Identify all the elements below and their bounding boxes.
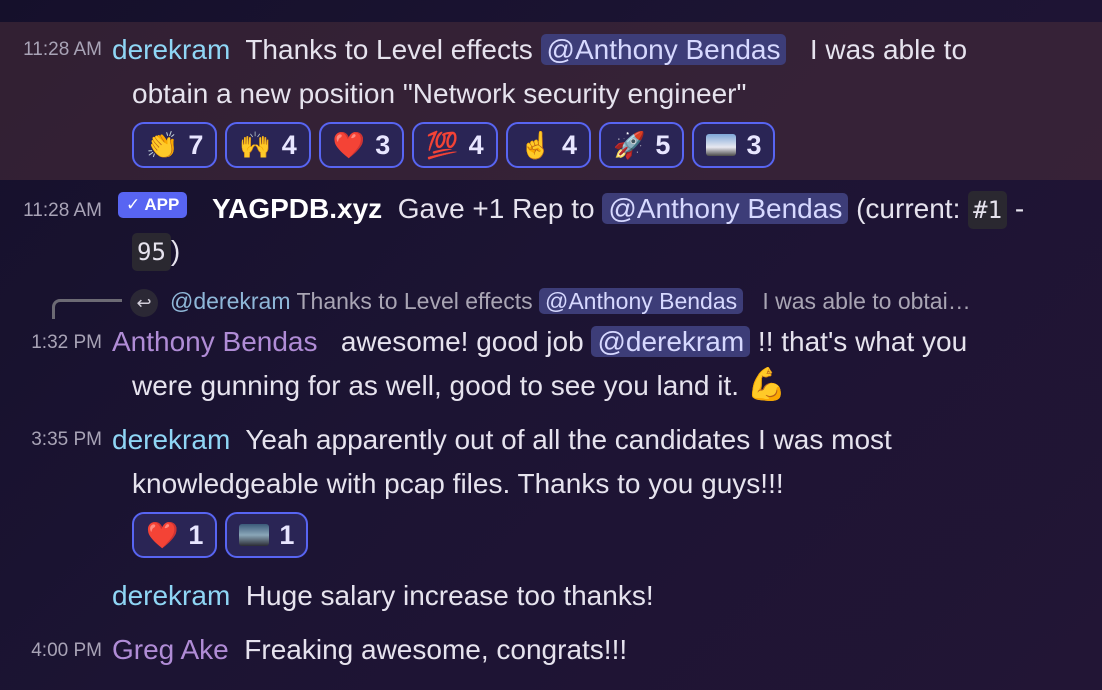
reaction-count: 1	[188, 519, 204, 550]
reaction-count: 3	[375, 129, 391, 160]
message-text: Yeah apparently out of all the candidate…	[245, 424, 892, 455]
message-text: Thanks to Level effects	[245, 34, 533, 65]
message-text: Huge salary increase too thanks!	[245, 580, 654, 611]
reaction-clapping-hands[interactable]: 👏 7	[132, 122, 218, 168]
username[interactable]: YAGPDB.xyz	[212, 193, 382, 224]
reply-text: Thanks to Level effects	[296, 288, 533, 314]
reactions: ❤️ 1 1	[132, 512, 309, 558]
message-1[interactable]: 11:28 AM derekram Thanks to Level effect…	[0, 22, 1102, 180]
reaction-index-pointing-up[interactable]: ☝️ 4	[505, 122, 592, 168]
clapping-hands-icon: 👏	[146, 130, 179, 160]
reply-text: I was able to obtai…	[762, 288, 971, 314]
mention[interactable]: @Anthony Bendas	[540, 34, 787, 65]
reaction-count: 4	[468, 129, 484, 160]
message-text: obtain a new position "Network security …	[132, 78, 747, 109]
message-text: awesome! good job	[340, 326, 584, 357]
red-heart-icon: ❤️	[146, 520, 179, 550]
reaction-raising-hands[interactable]: 🙌 4	[225, 122, 311, 168]
rocket-icon: 🚀	[613, 130, 646, 160]
reply-arrow-icon: ↩	[130, 288, 158, 317]
reaction-red-heart[interactable]: ❤️ 3	[318, 122, 405, 168]
raising-hands-icon: 🙌	[239, 130, 272, 160]
reaction-custom-image[interactable]: 1	[225, 512, 309, 558]
message-3[interactable]: 1:32 PM Anthony Bendas awesome! good job…	[0, 320, 1102, 412]
reaction-count: 3	[746, 129, 762, 160]
reactions: 👏 7 🙌 4 ❤️ 3 💯 4 ☝️ 4 🚀 5 3	[132, 122, 776, 168]
reaction-custom-image[interactable]: 3	[692, 122, 776, 168]
app-badge: ✓ APP	[118, 192, 188, 218]
reaction-rocket[interactable]: 🚀 5	[599, 122, 685, 168]
username[interactable]: derekram	[112, 580, 230, 611]
reply-preview[interactable]: ↩ @derekram Thanks to Level effects @Anth…	[130, 283, 971, 319]
mention[interactable]: @Anthony Bendas	[602, 193, 849, 224]
timestamp: 11:28 AM	[23, 200, 102, 221]
red-heart-icon: ❤️	[332, 130, 366, 160]
index-pointing-up-icon: ☝️	[519, 130, 552, 160]
reaction-count: 7	[188, 129, 204, 160]
timestamp: 1:32 PM	[31, 332, 102, 353]
reaction-red-heart[interactable]: ❤️ 1	[132, 512, 218, 558]
timestamp: 3:35 PM	[31, 429, 102, 450]
reply-connector	[52, 299, 122, 319]
flexed-biceps-icon: 💪	[746, 366, 787, 402]
message-text: Freaking awesome, congrats!!!	[244, 634, 628, 665]
message-text: )	[170, 235, 181, 266]
message-text: were gunning for as well, good to see yo…	[132, 370, 740, 401]
reaction-count: 4	[562, 129, 578, 160]
message-5[interactable]: derekram Huge salary increase too thanks…	[0, 576, 1102, 616]
timestamp: 4:00 PM	[31, 640, 102, 661]
inline-code: 95	[132, 233, 171, 271]
reply-username[interactable]: @derekram	[170, 288, 291, 314]
username[interactable]: derekram	[112, 34, 230, 65]
message-text: (current:	[856, 193, 961, 224]
reaction-count: 5	[655, 129, 671, 160]
username[interactable]: Anthony Bendas	[112, 326, 318, 357]
reaction-count: 1	[279, 519, 295, 550]
custom-image-icon	[706, 134, 737, 156]
message-2[interactable]: 11:28 AM ✓ APP YAGPDB.xyz Gave +1 Rep to…	[0, 185, 1102, 275]
reaction-hundred-points[interactable]: 💯 4	[412, 122, 498, 168]
message-text: Gave +1 Rep to	[397, 193, 595, 224]
username[interactable]: derekram	[112, 424, 230, 455]
custom-image-icon	[239, 524, 270, 546]
timestamp: 11:28 AM	[23, 39, 102, 60]
message-6[interactable]: 4:00 PM Greg Ake Freaking awesome, congr…	[0, 630, 1102, 674]
message-text: -	[1014, 193, 1025, 224]
message-4[interactable]: 3:35 PM derekram Yeah apparently out of …	[0, 420, 1102, 570]
message-text: I was able to	[809, 34, 968, 65]
username[interactable]: Greg Ake	[112, 634, 229, 665]
mention[interactable]: @derekram	[591, 326, 751, 357]
message-text: knowledgeable with pcap files. Thanks to…	[132, 468, 784, 499]
reaction-count: 4	[281, 129, 297, 160]
message-feed: 11:28 AM derekram Thanks to Level effect…	[0, 0, 1102, 690]
mention[interactable]: @Anthony Bendas	[538, 288, 744, 314]
inline-code: #1	[968, 191, 1008, 229]
message-text: !! that's what you	[757, 326, 968, 357]
hundred-points-icon: 💯	[426, 130, 459, 160]
